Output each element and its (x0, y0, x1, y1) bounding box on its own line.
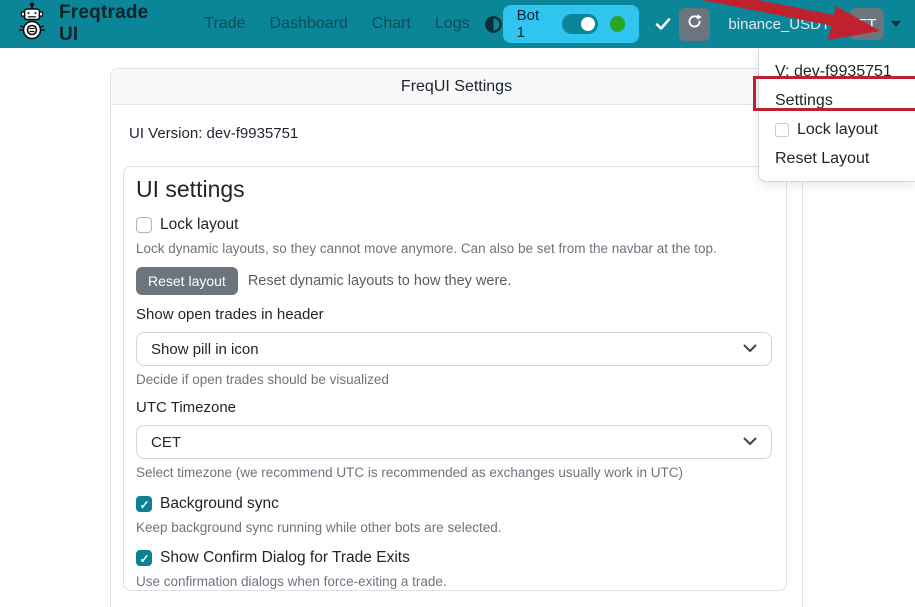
nav-link-dashboard[interactable]: Dashboard (258, 15, 360, 33)
background-sync-help: Keep background sync running while other… (136, 519, 772, 537)
login-name-label: binance_USDT1 (728, 16, 838, 33)
timezone-help: Select timezone (we recommend UTC is rec… (136, 464, 772, 482)
menu-item-lock-layout[interactable]: Lock layout (759, 115, 915, 144)
reload-button[interactable] (679, 8, 711, 41)
open-trades-label: Show open trades in header (136, 306, 772, 325)
open-trades-select[interactable]: Show pill in icon (136, 332, 772, 366)
timezone-select[interactable]: CET (136, 425, 772, 459)
background-sync-label: Background sync (160, 495, 279, 513)
confirm-dialog-checkbox[interactable] (136, 550, 152, 566)
lock-layout-help: Lock dynamic layouts, so they cannot mov… (136, 240, 772, 258)
background-sync-setting[interactable]: Background sync (136, 494, 772, 514)
lock-layout-checkbox[interactable] (136, 217, 152, 233)
navbar-right: Bot 1 binance_USDT1 FT (503, 5, 901, 43)
lock-layout-menu-checkbox[interactable] (775, 123, 789, 137)
bot-toggle-switch[interactable] (562, 14, 598, 34)
menu-item-version: V: dev-f9935751 (759, 57, 915, 86)
open-trades-help: Decide if open trades should be visualiz… (136, 371, 772, 389)
caret-down-icon[interactable] (891, 21, 901, 27)
nav-link-logs[interactable]: Logs (423, 15, 482, 33)
confirm-dialog-setting[interactable]: Show Confirm Dialog for Trade Exits (136, 548, 772, 568)
menu-item-reset-layout[interactable]: Reset Layout (759, 144, 915, 173)
ui-settings-section: UI settings Lock layout Lock dynamic lay… (123, 166, 787, 591)
bot-online-dot (610, 16, 625, 32)
theme-toggle-icon[interactable] (484, 15, 503, 34)
freqtrade-ui-screen: Freqtrade UI Trade Dashboard Chart Logs … (0, 0, 915, 607)
card-body: UI Version: dev-f9935751 UI settings Loc… (111, 105, 802, 591)
nav-link-chart[interactable]: Chart (360, 15, 423, 33)
background-sync-checkbox[interactable] (136, 496, 152, 512)
settings-card: FreqUI Settings UI Version: dev-f9935751… (110, 68, 803, 607)
avatar-dropdown-menu: V: dev-f9935751 Settings Lock layout Res… (758, 49, 915, 182)
bot-selector-pill[interactable]: Bot 1 (503, 5, 639, 43)
brand[interactable]: Freqtrade UI (14, 2, 170, 47)
ui-version-label: UI Version: dev-f9935751 (129, 125, 786, 142)
lock-layout-setting[interactable]: Lock layout (136, 215, 772, 235)
timezone-selected-value: CET (151, 434, 181, 451)
avatar-button[interactable]: FT (850, 8, 884, 40)
reload-icon (686, 13, 703, 35)
section-heading: UI settings (136, 175, 772, 203)
lock-layout-menu-label: Lock layout (797, 119, 878, 140)
open-trades-selected-value: Show pill in icon (151, 341, 259, 358)
reset-layout-row: Reset layout Reset dynamic layouts to ho… (136, 267, 772, 295)
confirm-dialog-help: Use confirmation dialogs when force-exit… (136, 573, 772, 591)
nav-links: Trade Dashboard Chart Logs (192, 15, 481, 33)
card-title: FreqUI Settings (401, 78, 512, 96)
check-icon (655, 17, 671, 31)
navbar: Freqtrade UI Trade Dashboard Chart Logs … (0, 0, 915, 48)
chevron-down-icon (743, 340, 757, 358)
reset-layout-help: Reset dynamic layouts to how they were. (248, 273, 512, 289)
card-header: FreqUI Settings (111, 69, 802, 105)
nav-link-trade[interactable]: Trade (192, 15, 257, 33)
brand-title: Freqtrade UI (59, 2, 170, 46)
lock-layout-label: Lock layout (160, 216, 238, 234)
confirm-dialog-label: Show Confirm Dialog for Trade Exits (160, 549, 410, 567)
timezone-label: UTC Timezone (136, 399, 772, 418)
reset-layout-button[interactable]: Reset layout (136, 267, 238, 295)
chevron-down-icon (743, 433, 757, 451)
bot-name-label: Bot 1 (517, 7, 550, 41)
freqtrade-robot-logo-icon (14, 2, 50, 47)
menu-item-settings[interactable]: Settings (759, 86, 915, 115)
